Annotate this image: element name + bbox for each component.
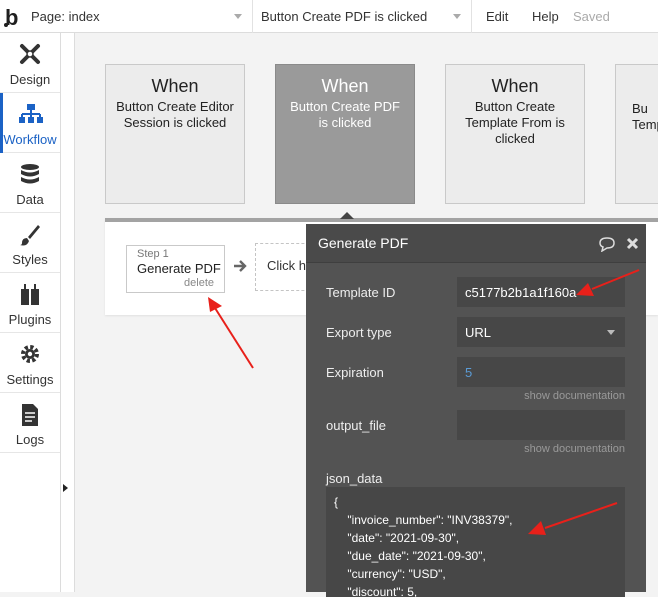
export-type-label: Export type [326,325,392,340]
design-icon [20,44,40,64]
expiration-label: Expiration [326,365,384,380]
sidebar-item-settings[interactable]: Settings [0,333,60,393]
event-card[interactable]: When Button Create Template From is clic… [445,64,585,204]
event-description: Bu Temp [632,101,658,132]
step-title: Generate PDF [137,261,221,276]
sidebar-item-label: Settings [6,372,54,387]
step-number: Step 1 [137,248,169,260]
sidebar-item-label: Design [9,72,51,87]
sidebar-item-logs[interactable]: Logs [0,393,60,453]
property-editor-panel: Generate PDF Template ID c5177b2b1a1f160… [306,224,646,597]
event-description: Button Create Template From is clicked [465,99,565,146]
sidebar-item-label: Data [16,192,44,207]
panel-pointer [340,212,354,219]
data-icon [21,164,39,184]
plugins-icon [21,284,39,305]
sidebar: Design Workflow Data Styles Plugins Sett… [0,33,61,592]
json-data-field[interactable]: { "invoice_number": "INV38379", "date": … [326,487,625,597]
event-when-label: When [321,76,369,96]
export-type-value: URL [465,325,492,340]
sidebar-item-label: Plugins [8,312,52,327]
template-id-field[interactable]: c5177b2b1a1f160a [457,277,625,307]
event-card[interactable]: Bu Temp [615,64,658,204]
sidebar-item-workflow[interactable]: Workflow [0,93,60,153]
show-documentation-link[interactable]: show documentation [524,443,625,455]
sidebar-item-plugins[interactable]: Plugins [0,273,60,333]
json-data-label: json_data [326,471,383,486]
event-description: Button Create PDF is clicked [290,99,400,130]
comment-icon[interactable] [598,236,616,252]
event-select[interactable]: Button Create PDF is clicked [253,0,472,33]
output-file-field[interactable] [457,410,625,440]
chevron-down-icon [607,330,615,335]
expand-arrow-icon[interactable] [63,484,68,492]
menu-help[interactable]: Help [532,0,559,33]
sidebar-item-label: Logs [15,432,45,447]
event-when-label: When [151,76,199,96]
expiration-field[interactable]: 5 [457,357,625,387]
logs-icon [22,404,38,426]
event-description: Button Create Editor Session is clicked [116,99,234,130]
top-bar: b Page: index Button Create PDF is click… [0,0,658,33]
sidebar-item-label: Styles [12,252,48,267]
output-file-label: output_file [326,418,386,433]
template-id-label: Template ID [326,285,396,300]
workflow-icon [19,104,43,123]
sidebar-item-design[interactable]: Design [0,33,60,93]
panel-title: Generate PDF [318,235,409,251]
event-when-label: When [491,76,539,96]
chevron-down-icon [234,14,242,19]
bubble-logo-icon[interactable]: b [3,6,23,28]
page-select[interactable]: Page: index [23,0,253,33]
menu-edit[interactable]: Edit [486,0,508,33]
gear-icon [21,345,39,363]
sidebar-item-label: Workflow [3,132,57,147]
event-card[interactable]: When Button Create Editor Session is cli… [105,64,245,204]
event-card-selected[interactable]: When Button Create PDF is clicked [275,64,415,204]
save-status: Saved [573,9,610,24]
sidebar-item-data[interactable]: Data [0,153,60,213]
page-select-label: Page: index [31,9,100,24]
step-card[interactable]: Step 1 Generate PDF delete [126,245,225,293]
sidebar-collapse-rail[interactable] [61,33,75,592]
panel-header: Generate PDF [306,224,646,263]
chevron-down-icon [453,14,461,19]
show-documentation-link[interactable]: show documentation [524,390,625,402]
delete-step-link[interactable]: delete [184,277,214,289]
close-icon[interactable] [626,237,639,250]
export-type-select[interactable]: URL [457,317,625,347]
event-select-label: Button Create PDF is clicked [261,9,428,24]
sidebar-item-styles[interactable]: Styles [0,213,60,273]
arrow-right-icon [234,260,247,272]
brush-icon [20,225,40,246]
